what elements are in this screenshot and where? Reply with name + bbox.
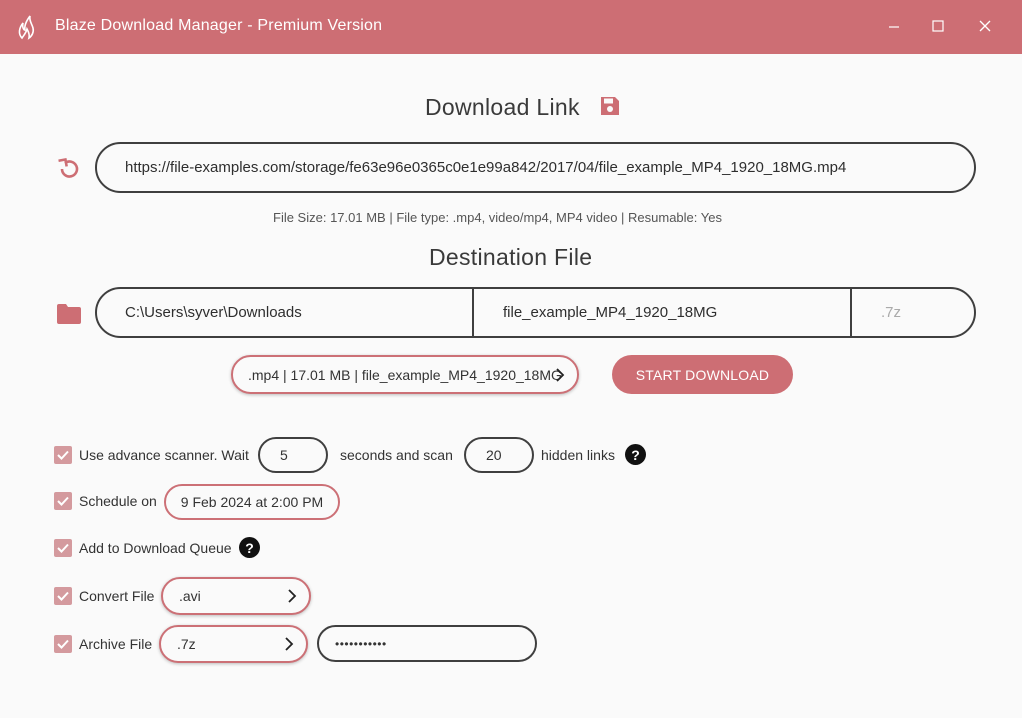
title-bar: Blaze Download Manager - Premium Version	[0, 0, 1022, 54]
download-link-heading: Download Link	[425, 94, 580, 120]
scanner-checkbox[interactable]	[54, 446, 72, 464]
archive-format-value: .7z	[177, 636, 196, 652]
convert-checkbox[interactable]	[54, 587, 72, 605]
archive-format-dropdown[interactable]: .7z	[159, 625, 308, 663]
maximize-button[interactable]	[924, 13, 952, 41]
queue-checkbox[interactable]	[54, 539, 72, 557]
archive-checkbox[interactable]	[54, 635, 72, 653]
scanner-seconds-input[interactable]: 5	[258, 437, 328, 473]
file-summary-value: .mp4 | 17.01 MB | file_example_MP4_1920_…	[248, 366, 562, 383]
refresh-icon[interactable]	[56, 156, 82, 182]
flame-icon	[16, 14, 38, 40]
close-button[interactable]	[971, 13, 999, 41]
extension-placeholder: .7z	[881, 304, 902, 321]
scanner-label: Use advance scanner. Wait	[79, 447, 249, 463]
file-info-text: File Size: 17.01 MB | File type: .mp4, v…	[273, 210, 722, 225]
scanner-seconds-value: 5	[280, 447, 288, 463]
floppy-disk-icon[interactable]	[599, 95, 621, 117]
extension-input[interactable]: .7z	[852, 289, 974, 336]
schedule-datetime-value: 9 Feb 2024 at 2:00 PM	[180, 494, 324, 510]
url-input[interactable]: https://file-examples.com/storage/fe63e9…	[95, 142, 976, 193]
chevron-right-icon	[284, 637, 294, 651]
minimize-button[interactable]	[880, 13, 908, 41]
folder-path-input[interactable]: C:\Users\syver\Downloads	[97, 289, 474, 336]
scanner-links-value: 20	[486, 447, 502, 463]
scanner-links-input[interactable]: 20	[464, 437, 534, 473]
url-value: https://file-examples.com/storage/fe63e9…	[125, 159, 847, 176]
archive-label: Archive File	[79, 636, 153, 652]
chevron-right-icon	[555, 367, 565, 382]
schedule-datetime-input[interactable]: 9 Feb 2024 at 2:00 PM	[164, 484, 340, 520]
convert-format-dropdown[interactable]: .avi	[161, 577, 311, 615]
help-circle-icon[interactable]: ?	[239, 537, 260, 558]
destination-group: C:\Users\syver\Downloads file_example_MP…	[95, 287, 976, 338]
window-title: Blaze Download Manager - Premium Version	[55, 17, 383, 34]
scanner-end-label: hidden links	[541, 447, 615, 463]
schedule-label: Schedule on	[79, 493, 157, 509]
scanner-middle-label: seconds and scan	[340, 447, 453, 463]
destination-file-heading: Destination File	[429, 244, 593, 270]
archive-password-value: •••••••••••	[335, 636, 387, 651]
help-circle-icon[interactable]: ?	[625, 444, 646, 465]
schedule-checkbox[interactable]	[54, 492, 72, 510]
queue-label: Add to Download Queue	[79, 540, 232, 556]
convert-format-value: .avi	[179, 588, 201, 604]
filename-input[interactable]: file_example_MP4_1920_18MG	[474, 289, 852, 336]
filename-value: file_example_MP4_1920_18MG	[503, 304, 718, 321]
file-summary-dropdown[interactable]: .mp4 | 17.01 MB | file_example_MP4_1920_…	[231, 355, 579, 394]
start-download-button[interactable]: START DOWNLOAD	[612, 355, 793, 394]
folder-icon[interactable]	[56, 303, 82, 325]
convert-label: Convert File	[79, 588, 155, 604]
chevron-right-icon	[287, 589, 297, 603]
folder-path-value: C:\Users\syver\Downloads	[125, 304, 302, 321]
archive-password-input[interactable]: •••••••••••	[317, 625, 537, 662]
